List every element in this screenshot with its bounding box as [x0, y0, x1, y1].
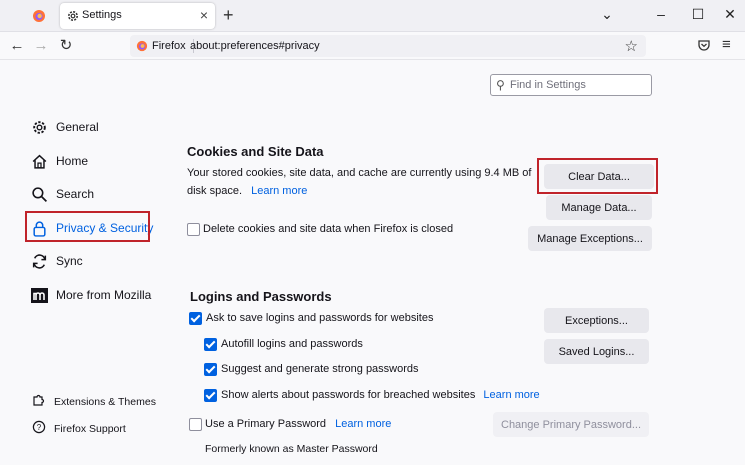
- formerly-known-text: Formerly known as Master Password: [205, 443, 378, 455]
- find-in-settings[interactable]: ⚲ Find in Settings: [490, 74, 652, 96]
- new-tab-button[interactable]: +: [223, 5, 234, 26]
- ask-to-save-label: Ask to save logins and passwords for web…: [206, 312, 434, 324]
- breach-alerts-checkbox[interactable]: [204, 389, 217, 402]
- manage-data-button[interactable]: Manage Data...: [546, 195, 652, 220]
- search-icon: ⚲: [496, 78, 505, 92]
- breach-alerts-text: Show alerts about passwords for breached…: [221, 389, 476, 401]
- highlight-clear-data-box: [537, 158, 658, 194]
- home-icon: [30, 152, 48, 170]
- autofill-label: Autofill logins and passwords: [221, 338, 363, 350]
- close-window-button[interactable]: ✕: [720, 6, 740, 23]
- nav-bar: ← → ↻ Firefox about:preferences#privacy …: [0, 32, 745, 60]
- primary-password-text: Use a Primary Password: [205, 418, 327, 430]
- reload-button[interactable]: ↻: [57, 37, 75, 55]
- firefox-icon: [136, 40, 148, 52]
- sidebar-item-home[interactable]: Home: [30, 150, 88, 172]
- sidebar-item-extensions-themes[interactable]: Extensions & Themes: [32, 393, 156, 410]
- help-icon: ?: [32, 420, 46, 437]
- pocket-icon[interactable]: [697, 38, 711, 52]
- manage-exceptions-button[interactable]: Manage Exceptions...: [528, 226, 652, 251]
- logins-section-title: Logins and Passwords: [190, 289, 332, 304]
- minimize-button[interactable]: –: [651, 6, 671, 22]
- cookies-learn-more-link[interactable]: Learn more: [251, 185, 307, 197]
- suggest-passwords-label: Suggest and generate strong passwords: [221, 363, 419, 375]
- find-placeholder: Find in Settings: [510, 79, 586, 91]
- primary-password-checkbox[interactable]: [189, 418, 202, 431]
- firefox-icon[interactable]: [32, 9, 46, 23]
- highlight-privacy-box: [25, 211, 150, 242]
- url-text[interactable]: about:preferences#privacy: [190, 40, 320, 52]
- settings-content: ⚲ Find in Settings General Home Search P…: [0, 60, 745, 465]
- mozilla-icon: [30, 286, 48, 304]
- tab-title: Settings: [82, 9, 122, 21]
- saved-logins-button[interactable]: Saved Logins...: [544, 339, 649, 364]
- primary-password-label: Use a Primary Password Learn more: [205, 418, 391, 430]
- sidebar-item-label: More from Mozilla: [56, 288, 152, 302]
- cookies-description-line1: Your stored cookies, site data, and cach…: [187, 167, 532, 179]
- maximize-button[interactable]: ☐: [688, 6, 708, 23]
- cookies-disk-space-text: disk space.: [187, 185, 243, 197]
- breach-learn-more-link[interactable]: Learn more: [483, 389, 539, 401]
- close-tab-icon[interactable]: ×: [200, 7, 208, 23]
- sidebar-item-label: Firefox Support: [54, 422, 126, 435]
- delete-on-close-checkbox[interactable]: [187, 223, 200, 236]
- exceptions-button[interactable]: Exceptions...: [544, 308, 649, 333]
- identity-label: Firefox: [152, 40, 186, 52]
- primary-learn-more-link[interactable]: Learn more: [335, 418, 391, 430]
- menu-icon[interactable]: ≡: [722, 36, 731, 53]
- breach-alerts-label: Show alerts about passwords for breached…: [221, 389, 540, 401]
- back-button[interactable]: ←: [8, 37, 26, 55]
- delete-on-close-label: Delete cookies and site data when Firefo…: [203, 223, 454, 235]
- sidebar-item-search[interactable]: Search: [30, 183, 94, 205]
- puzzle-icon: [32, 393, 46, 410]
- tab-settings[interactable]: Settings ×: [60, 3, 215, 29]
- svg-text:?: ?: [37, 423, 42, 432]
- cookies-section-title: Cookies and Site Data: [187, 144, 324, 159]
- identity-box[interactable]: Firefox: [136, 39, 194, 53]
- sync-icon: [30, 252, 48, 270]
- ask-to-save-checkbox[interactable]: [189, 312, 202, 325]
- sidebar-item-label: General: [56, 120, 99, 134]
- sidebar-item-sync[interactable]: Sync: [30, 250, 83, 272]
- sidebar-item-firefox-support[interactable]: ? Firefox Support: [32, 420, 126, 437]
- sidebar-item-label: Extensions & Themes: [54, 395, 156, 408]
- gear-icon: [30, 118, 48, 136]
- search-icon: [30, 185, 48, 203]
- sidebar-item-label: Sync: [56, 254, 83, 268]
- gear-icon: [66, 9, 80, 23]
- sidebar-item-more-from-mozilla[interactable]: More from Mozilla: [30, 284, 151, 306]
- sidebar-item-label: Home: [56, 154, 89, 168]
- list-tabs-button[interactable]: ⌄: [597, 6, 617, 23]
- url-bar[interactable]: Firefox about:preferences#privacy ☆: [130, 35, 646, 57]
- sidebar-item-general[interactable]: General: [30, 116, 99, 138]
- sidebar-item-label: Search: [56, 187, 95, 201]
- tab-bar: Settings × + ⌄ – ☐ ✕: [0, 0, 745, 32]
- autofill-checkbox[interactable]: [204, 338, 217, 351]
- bookmark-star-icon[interactable]: ☆: [625, 37, 638, 55]
- suggest-passwords-checkbox[interactable]: [204, 363, 217, 376]
- cookies-description-line2: disk space. Learn more: [187, 182, 307, 200]
- forward-button[interactable]: →: [32, 37, 50, 55]
- change-primary-password-button[interactable]: Change Primary Password...: [493, 412, 649, 437]
